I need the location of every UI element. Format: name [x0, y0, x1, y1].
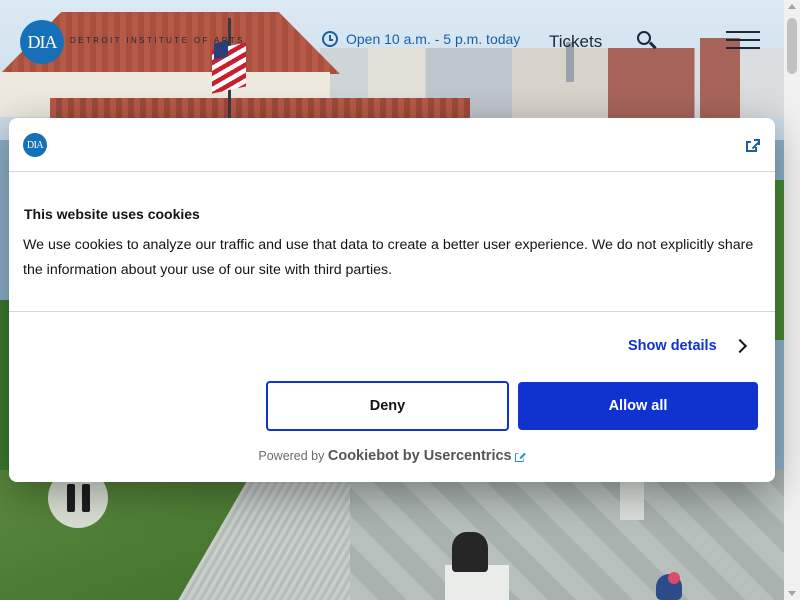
dialog-dia-logo: DIA [23, 133, 47, 157]
clock-icon [322, 31, 338, 47]
visitor-head [668, 572, 680, 584]
dialog-title: This website uses cookies [24, 206, 200, 222]
cookie-consent-dialog: DIA This website uses cookies We use coo… [9, 118, 775, 482]
allow-all-button[interactable]: Allow all [518, 382, 758, 430]
scroll-up-arrow-icon[interactable] [788, 4, 796, 9]
dialog-divider-top [9, 171, 775, 172]
statue [452, 532, 488, 572]
plaza [350, 470, 800, 600]
scroll-down-arrow-icon[interactable] [788, 591, 796, 596]
show-details-link[interactable]: Show details [628, 338, 747, 354]
site-header: DIA DETROIT INSTITUTE OF ARTS Open 10 a.… [0, 0, 800, 86]
external-link-icon [514, 451, 526, 463]
brand-name[interactable]: DETROIT INSTITUTE OF ARTS [70, 36, 245, 45]
chevron-right-icon [732, 338, 747, 354]
pause-icon-bar [66, 484, 75, 512]
powered-prefix: Powered by [258, 449, 325, 463]
museum-roof-lower [50, 98, 470, 120]
scroll-thumb[interactable] [787, 18, 797, 74]
hours-link[interactable]: Open 10 a.m. - 5 p.m. today [322, 31, 520, 47]
search-icon[interactable] [637, 31, 657, 51]
tickets-link[interactable]: Tickets [549, 32, 602, 52]
hours-text: Open 10 a.m. - 5 p.m. today [346, 31, 521, 47]
dialog-body-text: We use cookies to analyze our traffic an… [23, 237, 754, 278]
deny-button[interactable]: Deny [266, 381, 509, 431]
external-link-icon[interactable] [746, 139, 761, 153]
cookiebot-link[interactable]: Cookiebot by Usercentrics [328, 448, 512, 464]
show-details-label: Show details [628, 338, 717, 354]
page-scrollbar[interactable] [784, 0, 800, 600]
powered-by: Powered by Cookiebot by Usercentrics [9, 448, 775, 464]
dia-logo[interactable]: DIA [20, 20, 64, 64]
pause-icon-bar [81, 484, 90, 512]
hamburger-menu-icon[interactable] [726, 31, 760, 49]
dialog-divider-middle [9, 311, 775, 312]
